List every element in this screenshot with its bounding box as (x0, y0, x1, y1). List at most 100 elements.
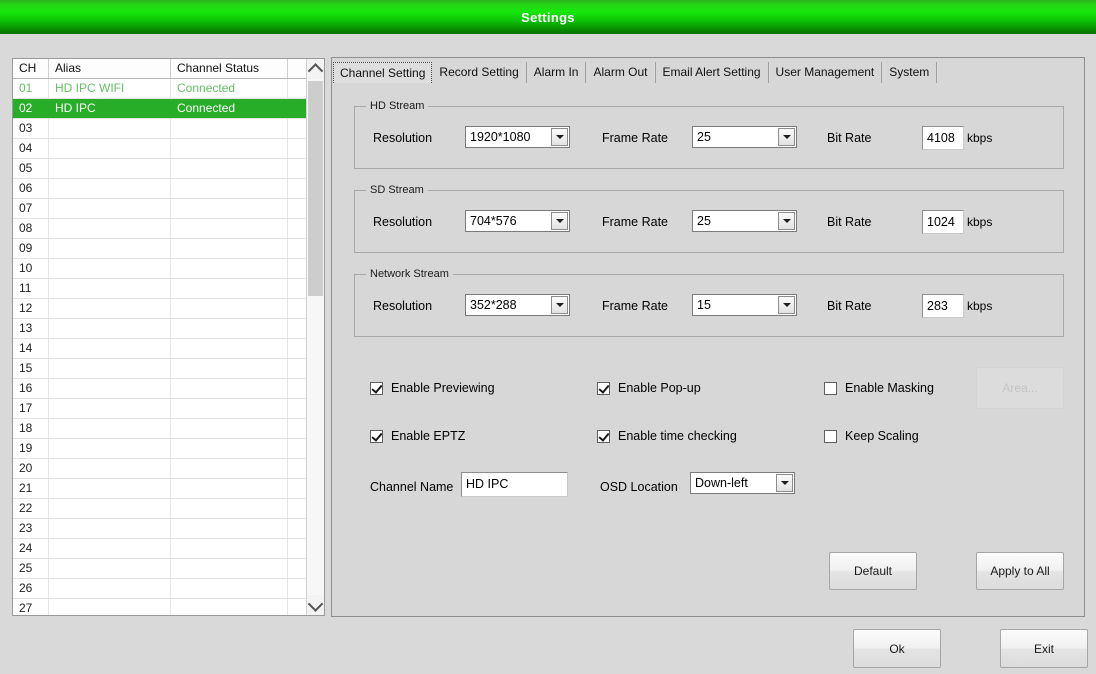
net-resolution-select[interactable]: 352*288 (465, 294, 570, 316)
cell-alias (49, 379, 171, 398)
checkbox-enable-masking[interactable]: Enable Masking (824, 379, 934, 397)
cell-alias (49, 539, 171, 558)
chevron-down-icon[interactable] (778, 212, 795, 230)
table-row[interactable]: 16 (13, 379, 307, 399)
sd-resolution-select[interactable]: 704*576 (465, 210, 570, 232)
table-row[interactable]: 10 (13, 259, 307, 279)
table-row[interactable]: 11 (13, 279, 307, 299)
channel-name-input[interactable]: HD IPC (461, 472, 568, 497)
cell-spacer (288, 419, 306, 438)
table-row[interactable]: 07 (13, 199, 307, 219)
table-row[interactable]: 14 (13, 339, 307, 359)
checkbox-enable-eptz[interactable]: Enable EPTZ (370, 427, 465, 445)
tab-system[interactable]: System (882, 62, 938, 83)
sd-resolution-value: 704*576 (470, 214, 517, 228)
table-row[interactable]: 15 (13, 359, 307, 379)
table-row[interactable]: 18 (13, 419, 307, 439)
cell-channel-status (171, 559, 288, 578)
cell-alias (49, 219, 171, 238)
table-row[interactable]: 08 (13, 219, 307, 239)
sd-bitrate-label: Bit Rate (827, 215, 872, 229)
tab-alarm-in[interactable]: Alarm In (526, 62, 587, 83)
table-row[interactable]: 26 (13, 579, 307, 599)
table-row[interactable]: 19 (13, 439, 307, 459)
checkmark-icon[interactable] (370, 429, 383, 443)
window-title: Settings (521, 9, 575, 25)
scroll-up-button[interactable] (307, 59, 324, 79)
ok-button[interactable]: Ok (853, 629, 941, 668)
cell-spacer (288, 439, 306, 458)
chevron-down-icon[interactable] (776, 474, 793, 492)
cell-channel-status (171, 299, 288, 318)
tab-label: System (889, 65, 930, 79)
cell-channel-status (171, 259, 288, 278)
tab-alarm-out[interactable]: Alarm Out (586, 62, 656, 83)
empty-checkbox-icon[interactable] (824, 429, 837, 443)
group-legend-network: Network Stream (366, 268, 453, 280)
checkbox-label: Enable time checking (618, 429, 737, 443)
table-row[interactable]: 24 (13, 539, 307, 559)
hd-resolution-select[interactable]: 1920*1080 (465, 126, 570, 148)
table-row[interactable]: 27 (13, 599, 307, 615)
checkbox-enable-pop-up[interactable]: Enable Pop-up (597, 379, 701, 397)
table-row[interactable]: 13 (13, 319, 307, 339)
cell-spacer (288, 399, 306, 418)
table-row[interactable]: 05 (13, 159, 307, 179)
channel-name-label: Channel Name (370, 480, 454, 494)
tab-user-management[interactable]: User Management (768, 62, 883, 83)
cell-spacer (288, 499, 306, 518)
checkbox-enable-previewing[interactable]: Enable Previewing (370, 379, 495, 397)
table-row[interactable]: 06 (13, 179, 307, 199)
empty-checkbox-icon[interactable] (824, 381, 837, 395)
checkbox-keep-scaling[interactable]: Keep Scaling (824, 427, 919, 445)
table-row[interactable]: 20 (13, 459, 307, 479)
table-row[interactable]: 03 (13, 119, 307, 139)
scroll-down-button[interactable] (307, 595, 324, 615)
chevron-down-icon[interactable] (551, 128, 568, 146)
chevron-down-icon[interactable] (551, 212, 568, 230)
table-row[interactable]: 25 (13, 559, 307, 579)
cell-channel-number: 12 (13, 299, 49, 318)
sd-bitrate-input[interactable]: 1024 (922, 210, 964, 234)
checkmark-icon[interactable] (370, 381, 383, 395)
channel-list-body[interactable]: 01 HD IPC WIFI Connected 02 HD IPC Connected 0… (13, 79, 307, 615)
default-button[interactable]: Default (829, 552, 917, 590)
chevron-down-icon[interactable] (778, 128, 795, 146)
sd-framerate-select[interactable]: 25 (692, 210, 797, 232)
chevron-down-icon[interactable] (551, 296, 568, 314)
net-bitrate-input[interactable]: 283 (922, 294, 964, 318)
table-row[interactable]: 12 (13, 299, 307, 319)
hd-framerate-select[interactable]: 25 (692, 126, 797, 148)
checkmark-icon[interactable] (597, 429, 610, 443)
tab-channel-setting[interactable]: Channel Setting (333, 62, 433, 83)
channel-list-scrollbar[interactable] (306, 59, 324, 615)
net-framerate-select[interactable]: 15 (692, 294, 797, 316)
checkbox-enable-time-checking[interactable]: Enable time checking (597, 427, 737, 445)
tab-email-alert-setting[interactable]: Email Alert Setting (655, 62, 769, 83)
table-row[interactable]: 23 (13, 519, 307, 539)
scrollbar-thumb[interactable] (308, 81, 323, 296)
cell-spacer (288, 79, 306, 98)
chevron-down-icon[interactable] (778, 296, 795, 314)
table-row[interactable]: 22 (13, 499, 307, 519)
cell-channel-status (171, 219, 288, 238)
exit-button[interactable]: Exit (1000, 629, 1088, 668)
table-row[interactable]: 09 (13, 239, 307, 259)
apply-to-all-button[interactable]: Apply to All (976, 552, 1064, 590)
table-row[interactable]: 01 HD IPC WIFI Connected (13, 79, 307, 99)
cell-channel-status (171, 479, 288, 498)
table-row[interactable]: 04 (13, 139, 307, 159)
settings-dialog: Settings CH Alias Channel Status 01 HD IP… (0, 0, 1096, 674)
table-row[interactable]: 02 HD IPC Connected (13, 99, 307, 119)
cell-spacer (288, 239, 306, 258)
hd-bitrate-input[interactable]: 4108 (922, 126, 964, 150)
cell-spacer (288, 339, 306, 358)
osd-location-select[interactable]: Down-left (690, 472, 795, 494)
tab-record-setting[interactable]: Record Setting (432, 62, 527, 83)
table-row[interactable]: 21 (13, 479, 307, 499)
checkmark-icon[interactable] (597, 381, 610, 395)
cell-channel-number: 26 (13, 579, 49, 598)
table-row[interactable]: 17 (13, 399, 307, 419)
area-button[interactable]: Area... (976, 367, 1064, 409)
cell-channel-number: 14 (13, 339, 49, 358)
